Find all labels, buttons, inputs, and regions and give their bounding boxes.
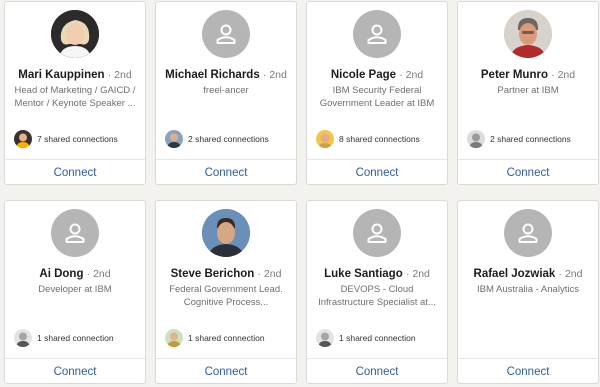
person-card[interactable]: Ai Dong · 2nd Developer at IBM 1 shared … bbox=[4, 200, 146, 384]
shared-connection-avatar bbox=[316, 130, 334, 148]
shared-connections[interactable]: 1 shared connection bbox=[316, 329, 443, 347]
person-name[interactable]: Luke Santiago bbox=[324, 268, 403, 280]
placeholder-person-icon[interactable] bbox=[202, 10, 250, 58]
name-line: Nicole Page · 2nd bbox=[309, 68, 445, 82]
person-name[interactable]: Ai Dong bbox=[39, 268, 83, 280]
person-name[interactable]: Peter Munro bbox=[481, 69, 548, 81]
person-card[interactable]: Mari Kauppinen · 2nd Head of Marketing /… bbox=[4, 1, 146, 185]
shared-connections[interactable]: 1 shared connection bbox=[14, 329, 141, 347]
person-card[interactable]: Rafael Jozwiak · 2nd IBM Australia - Ana… bbox=[457, 200, 599, 384]
name-line: Steve Berichon · 2nd bbox=[158, 267, 294, 281]
shared-connections-text: 8 shared connections bbox=[339, 134, 420, 144]
person-card[interactable]: Peter Munro · 2nd Partner at IBM 2 share… bbox=[457, 1, 599, 185]
connect-button[interactable]: Connect bbox=[156, 160, 296, 184]
connection-degree: · 2nd bbox=[405, 268, 430, 280]
connect-button[interactable]: Connect bbox=[307, 160, 447, 184]
name-line: Ai Dong · 2nd bbox=[7, 267, 143, 281]
connect-button[interactable]: Connect bbox=[5, 160, 145, 184]
connect-button[interactable]: Connect bbox=[5, 359, 145, 383]
shared-connections-text: 2 shared connections bbox=[490, 134, 571, 144]
shared-connections[interactable]: 8 shared connections bbox=[316, 130, 443, 148]
person-headline: Federal Government Lead. Cognitive Proce… bbox=[169, 284, 283, 308]
person-headline: Developer at IBM bbox=[38, 284, 112, 295]
name-line: Michael Richards · 2nd bbox=[158, 68, 294, 82]
connection-degree: · 2nd bbox=[86, 268, 111, 280]
connection-degree: · 2nd bbox=[399, 69, 424, 81]
placeholder-person-icon[interactable] bbox=[353, 10, 401, 58]
name-line: Mari Kauppinen · 2nd bbox=[7, 68, 143, 82]
placeholder-person-icon[interactable] bbox=[504, 209, 552, 257]
person-card[interactable]: Steve Berichon · 2nd Federal Government … bbox=[155, 200, 297, 384]
shared-connections[interactable]: 2 shared connections bbox=[165, 130, 292, 148]
connect-button[interactable]: Connect bbox=[458, 359, 598, 383]
person-name[interactable]: Nicole Page bbox=[331, 69, 396, 81]
person-name[interactable]: Michael Richards bbox=[165, 69, 260, 81]
connection-degree: · 2nd bbox=[107, 69, 132, 81]
connection-degree: · 2nd bbox=[257, 268, 282, 280]
connection-degree: · 2nd bbox=[558, 268, 583, 280]
shared-connection-avatar bbox=[165, 329, 183, 347]
person-headline: Partner at IBM bbox=[497, 85, 559, 96]
person-headline: Head of Marketing / GAICD / Mentor / Key… bbox=[14, 85, 136, 109]
shared-connections[interactable]: 2 shared connections bbox=[467, 130, 594, 148]
person-name[interactable]: Mari Kauppinen bbox=[18, 69, 104, 81]
shared-connections-text: 7 shared connections bbox=[37, 134, 118, 144]
profile-photo[interactable] bbox=[202, 209, 250, 257]
shared-connection-avatar bbox=[165, 130, 183, 148]
profile-photo[interactable] bbox=[51, 10, 99, 58]
shared-connections-text: 1 shared connection bbox=[37, 333, 114, 343]
placeholder-person-icon[interactable] bbox=[51, 209, 99, 257]
shared-connections-text: 1 shared connection bbox=[339, 333, 416, 343]
person-name[interactable]: Steve Berichon bbox=[171, 268, 255, 280]
name-line: Rafael Jozwiak · 2nd bbox=[460, 267, 596, 281]
person-name[interactable]: Rafael Jozwiak bbox=[474, 268, 556, 280]
shared-connection-avatar bbox=[316, 329, 334, 347]
person-headline: DEVOPS - Cloud Infrastructure Specialist… bbox=[318, 284, 436, 308]
shared-connections-text: 2 shared connections bbox=[188, 134, 269, 144]
shared-connections[interactable]: 7 shared connections bbox=[14, 130, 141, 148]
person-card[interactable]: Nicole Page · 2nd IBM Security Federal G… bbox=[306, 1, 448, 185]
name-line: Luke Santiago · 2nd bbox=[309, 267, 445, 281]
profile-photo[interactable] bbox=[504, 10, 552, 58]
connect-button[interactable]: Connect bbox=[156, 359, 296, 383]
person-headline: IBM Security Federal Government Leader a… bbox=[319, 85, 435, 109]
person-card[interactable]: Michael Richards · 2nd freel-ancer 2 sha… bbox=[155, 1, 297, 185]
connect-button[interactable]: Connect bbox=[307, 359, 447, 383]
connection-degree: · 2nd bbox=[262, 69, 287, 81]
person-headline: freel-ancer bbox=[203, 85, 249, 96]
shared-connection-avatar bbox=[14, 329, 32, 347]
person-headline: IBM Australia - Analytics bbox=[477, 284, 579, 295]
connect-button[interactable]: Connect bbox=[458, 160, 598, 184]
shared-connections[interactable]: 1 shared connection bbox=[165, 329, 292, 347]
placeholder-person-icon[interactable] bbox=[353, 209, 401, 257]
name-line: Peter Munro · 2nd bbox=[460, 68, 596, 82]
shared-connections-text: 1 shared connection bbox=[188, 333, 265, 343]
shared-connection-avatar bbox=[467, 130, 485, 148]
people-you-may-know-grid: Mari Kauppinen · 2nd Head of Marketing /… bbox=[4, 0, 599, 387]
connection-degree: · 2nd bbox=[551, 69, 576, 81]
person-card[interactable]: Luke Santiago · 2nd DEVOPS - Cloud Infra… bbox=[306, 200, 448, 384]
shared-connection-avatar bbox=[14, 130, 32, 148]
